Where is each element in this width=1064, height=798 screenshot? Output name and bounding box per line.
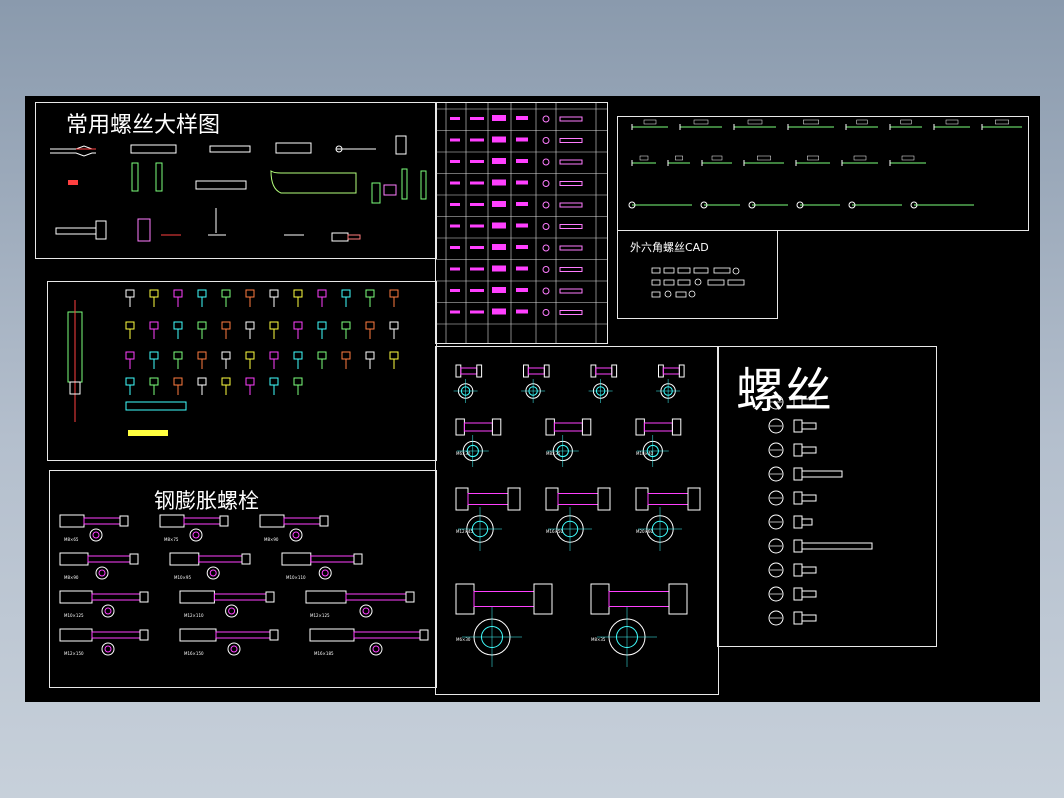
bolt-label: M8×65 [64,537,79,542]
cad-drawing-canvas[interactable]: 常用螺丝大样图 外六角螺丝CAD 钢膨胀螺栓 M8×65 M8×75 M8×90… [25,96,1040,702]
bolt-label: M10×125 [64,613,84,618]
hex-cad-drawings [651,267,745,298]
screw-head-drawings [768,394,873,626]
bolt-label: M6×30 [456,451,471,456]
bolt-label: M10×110 [286,575,306,580]
screw-spec-table [436,103,607,343]
nail-drawings [628,119,1022,209]
bolt-label: M8×35 [546,451,561,456]
panel-hex-bolts: M6×30 M8×35 M10×40 M12×45 M16×50 M20×60 M6×30 M… [435,346,719,695]
hex-bolt-drawings: M6×30 M8×35 M10×40 M12×45 M16×50 M20×60 M6×30 M… [453,364,701,667]
misc-screw-drawings [67,289,399,436]
expansion-bolt-drawings: M8×65 M8×75 M8×90 M8×90 M10×95 M10×110 M10×125… [59,514,429,656]
panel-screw-table [435,102,608,344]
bolt-label: M8×90 [264,537,279,542]
bolt-label: M12×150 [64,651,84,656]
panel-screws-big: 螺丝 [717,346,937,647]
bolt-label: M16×50 [546,529,563,534]
bolt-label: M12×125 [310,613,330,618]
panel-common-screws: 常用螺丝大样图 [35,102,437,259]
bolt-label: M12×45 [456,529,473,534]
table-rows [436,108,607,325]
bolt-label: M16×185 [314,651,334,656]
bolt-label: M8×90 [64,575,79,580]
bolt-label: M8×75 [164,537,179,542]
bolt-label: M12×110 [184,613,204,618]
bolt-label: M10×40 [636,451,653,456]
bolt-label: M10×95 [174,575,191,580]
common-screws-drawings [50,135,427,242]
panel-misc-screws [47,281,437,461]
panel-nails [617,116,1029,231]
bolt-label: M16×150 [184,651,204,656]
panel-hex-cad: 外六角螺丝CAD [617,230,778,319]
bolt-label: M6×30 [456,637,471,642]
panel-expansion-bolts: 钢膨胀螺栓 M8×65 M8×75 M8×90 M8×90 M10×95 M10×110 M… [49,470,437,688]
bolt-label: M20×60 [636,529,653,534]
bolt-label: M8×35 [591,637,606,642]
